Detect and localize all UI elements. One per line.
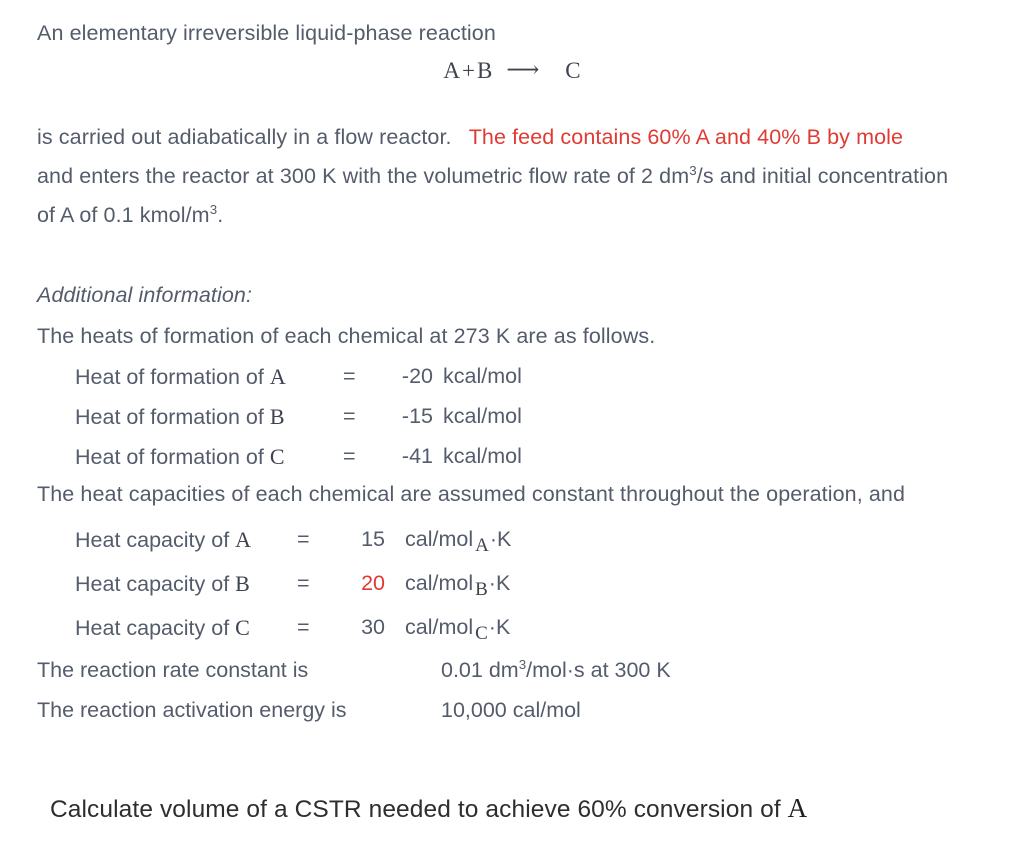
row-units-subscript: A	[475, 535, 489, 556]
row-units: cal/mol B·K	[405, 571, 511, 600]
statement-line-2-plain: is carried out adiabatically in a flow r…	[37, 125, 452, 149]
row-value: 20	[361, 571, 385, 595]
row-value: -20	[401, 364, 433, 388]
row-label: Heat of formation of B	[75, 404, 285, 429]
rate-constant-label: The reaction rate constant is	[37, 658, 309, 682]
row-equals: =	[343, 444, 356, 468]
statement-line-3-pre: and enters the reactor at 300 K with the…	[37, 164, 690, 188]
additional-information-heading: Additional information:	[37, 283, 253, 307]
question-text: Calculate volume of a CSTR needed to ach…	[50, 796, 781, 823]
row-label: Heat of formation of C	[75, 444, 285, 469]
row-equals: =	[343, 404, 356, 428]
row-label: Heat of formation of A	[75, 364, 286, 389]
activation-energy-label: The reaction activation energy is	[37, 698, 347, 722]
equation-product-c: C	[565, 58, 581, 83]
row-species: A	[235, 527, 252, 552]
equation-reactant-b: B	[476, 58, 493, 83]
equation-plus: +	[461, 58, 475, 83]
row-value: -41	[401, 444, 433, 468]
statement-line-3-superscript: 3	[689, 162, 697, 178]
question-species: A	[787, 793, 808, 823]
row-units: cal/mol A·K	[405, 527, 512, 556]
rate-constant-superscript: 3	[518, 656, 527, 672]
statement-line-4-pre: of A of 0.1 kmol/m	[37, 203, 210, 227]
row-species: C	[269, 444, 285, 469]
row-equals: =	[297, 615, 310, 639]
row-species: B	[235, 571, 250, 596]
statement-highlight-feed: The feed contains 60% A and 40% B by mol…	[468, 125, 904, 149]
row-label: Heat capacity of C	[75, 615, 250, 640]
equation-arrow-icon: ⟶	[506, 57, 539, 82]
statement-line-3: and enters the reactor at 300 K with the…	[37, 162, 949, 189]
row-units: kcal/mol	[443, 444, 522, 468]
row-value: -15	[401, 404, 433, 428]
statement-line-4-post: .	[217, 203, 224, 227]
chemical-equation: A+B ⟶ C	[0, 57, 1024, 84]
row-value: 15	[361, 527, 385, 551]
statement-line-4: of A of 0.1 kmol/m3.	[37, 203, 224, 228]
row-units-subscript: B	[475, 579, 488, 600]
row-units: kcal/mol	[443, 404, 522, 428]
row-equals: =	[297, 571, 310, 595]
row-species: B	[269, 404, 285, 429]
equation-reactant-a: A	[443, 58, 460, 83]
statement-line-2: is carried out adiabatically in a flow r…	[37, 125, 904, 150]
row-equals: =	[343, 364, 356, 388]
statement-line-3-post: /s and initial concentration	[696, 164, 949, 188]
row-species: A	[269, 364, 286, 389]
row-label: Heat capacity of A	[75, 527, 252, 552]
row-units: kcal/mol	[443, 364, 522, 388]
row-equals: =	[297, 527, 310, 551]
problem-statement-page: An elementary irreversible liquid-phase …	[0, 0, 1024, 842]
activation-energy-value: 10,000 cal/mol	[441, 698, 581, 722]
row-species: C	[235, 615, 250, 640]
row-value: 30	[361, 615, 385, 639]
heats-of-formation-intro: The heats of formation of each chemical …	[37, 324, 656, 348]
rate-constant-value: 0.01 dm3/mol·s at 300 K	[441, 656, 671, 682]
intro-line: An elementary irreversible liquid-phase …	[37, 21, 496, 45]
row-units-subscript: C	[475, 623, 488, 644]
row-label: Heat capacity of B	[75, 571, 250, 596]
row-units: cal/mol C·K	[405, 615, 511, 644]
heat-capacities-intro: The heat capacities of each chemical are…	[37, 482, 906, 506]
question-line: Calculate volume of a CSTR needed to ach…	[50, 793, 807, 824]
